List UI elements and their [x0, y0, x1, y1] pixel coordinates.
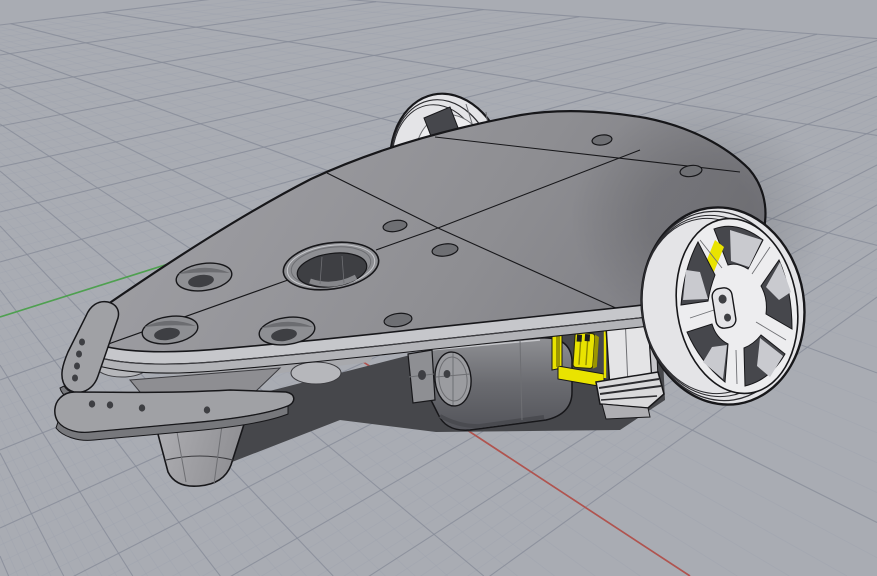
left-motor-bracket[interactable]	[407, 349, 436, 404]
arm-hole	[79, 338, 85, 346]
endcap-hole	[443, 370, 451, 378]
motor-connector-clip[interactable]	[572, 331, 599, 370]
bracket-hole	[418, 370, 426, 380]
arm-hole	[76, 350, 82, 358]
viewport-canvas[interactable]	[0, 0, 877, 576]
arm-hole	[203, 406, 211, 414]
arm-hole	[74, 362, 80, 370]
cad-viewport[interactable]	[0, 0, 877, 576]
arm-hole	[106, 401, 114, 409]
arm-hole	[88, 400, 96, 408]
arm-hole	[138, 404, 146, 412]
arm-hole	[72, 374, 78, 382]
boss-under-hole	[290, 361, 342, 385]
